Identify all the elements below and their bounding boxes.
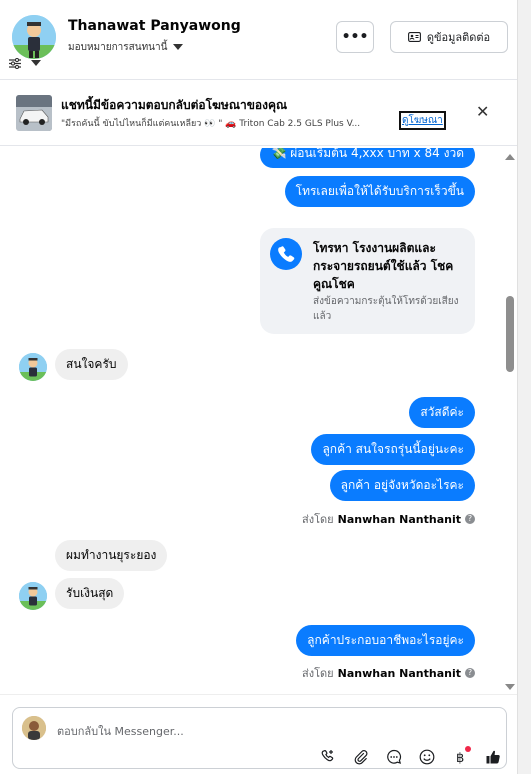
more-options-button[interactable]: ••• bbox=[336, 21, 374, 53]
call-card-subtitle: ส่งข้อความกระตุ้นให้โทรด้วยเสียงแล้ว bbox=[313, 296, 459, 322]
message-bubble-outgoing: ลูกค้า อยู่จังหวัดอะไรคะ bbox=[329, 470, 475, 501]
ad-thumbnail[interactable] bbox=[16, 95, 52, 131]
conversation-header: Thanawat Panyawong มอบหมายการสนทนานี้ ••… bbox=[0, 0, 517, 80]
attach-icon[interactable] bbox=[349, 748, 373, 766]
page-avatar bbox=[22, 716, 46, 740]
message-bubble-outgoing: ลูกค้าประกอบอาชีพอะไรอยู่คะ bbox=[296, 625, 475, 656]
ad-banner-subtitle: "มีรถคันนี้ ขับไปไหนก็มีแต่คนเหลียว 👀 " … bbox=[61, 119, 361, 129]
svg-text:฿: ฿ bbox=[456, 751, 464, 765]
composer-toolbar: ฿ bbox=[316, 746, 505, 766]
notification-dot bbox=[465, 746, 471, 752]
message-thread[interactable]: 💸 ผ่อนเริ่มต้น 4,xxx บาท x 84 งวด โทรเลย… bbox=[0, 148, 502, 694]
reply-composer: ตอบกลับใน Messenger... ฿ bbox=[0, 694, 517, 774]
page-scroll-rail[interactable] bbox=[517, 0, 531, 774]
call-add-icon[interactable] bbox=[316, 748, 340, 766]
payment-icon[interactable]: ฿ bbox=[448, 746, 472, 766]
call-card-title: โทรหา โรงงานผลิตและกระจายรถยนต์ใช้แล้ว โ… bbox=[313, 241, 454, 291]
chevron-down-icon bbox=[173, 44, 184, 50]
message-bubble-incoming: ผมทำงานยุระยอง bbox=[55, 540, 168, 571]
sent-by-prefix: ส่งโดย bbox=[302, 667, 334, 680]
call-prompt-card[interactable]: โทรหา โรงงานผลิตและกระจายรถยนต์ใช้แล้ว โ… bbox=[260, 228, 475, 334]
view-contact-button[interactable]: ดูข้อมูลติดต่อ bbox=[390, 21, 508, 53]
ad-banner-title: แชทนี้มีข้อความตอบกลับต่อโฆษณาของคุณ bbox=[61, 98, 288, 112]
message-bubble-outgoing: 💸 ผ่อนเริ่มต้น 4,xxx บาท x 84 งวด bbox=[260, 148, 475, 168]
reply-input[interactable]: ตอบกลับใน Messenger... ฿ bbox=[12, 707, 507, 769]
message-bubble-outgoing: โทรเลยเพื่อให้ได้รับบริการเร็วขึ้น bbox=[284, 176, 475, 207]
contact-avatar-small bbox=[19, 353, 47, 381]
contact-card-icon bbox=[407, 32, 421, 42]
message-bubble-incoming: รับเงินสุด bbox=[55, 578, 125, 609]
message-bubble-outgoing: สวัสดีค่ะ bbox=[409, 397, 475, 428]
saved-reply-icon[interactable] bbox=[382, 748, 406, 766]
scroll-down-arrow[interactable] bbox=[505, 684, 515, 690]
thumbs-up-icon[interactable] bbox=[481, 748, 505, 766]
more-icon: ••• bbox=[341, 29, 369, 45]
contact-avatar-small bbox=[19, 582, 47, 610]
sent-by-name: Nanwhan Nanthanit bbox=[337, 512, 461, 526]
filter-icon bbox=[9, 58, 21, 69]
assign-dropdown[interactable]: มอบหมายการสนทนานี้ bbox=[68, 40, 184, 55]
sent-by-label: ส่งโดย Nanwhan Nanthanit ? bbox=[302, 664, 475, 682]
ad-reply-banner: แชทนี้มีข้อความตอบกลับต่อโฆษณาของคุณ "มี… bbox=[0, 82, 517, 146]
scrollbar-thumb[interactable] bbox=[506, 296, 514, 372]
sent-by-name: Nanwhan Nanthanit bbox=[337, 666, 461, 680]
sent-by-label: ส่งโดย Nanwhan Nanthanit ? bbox=[302, 510, 475, 528]
message-bubble-outgoing: ลูกค้า สนใจรถรุ่นนี้อยู่นะคะ bbox=[311, 434, 475, 465]
contact-name[interactable]: Thanawat Panyawong bbox=[68, 18, 241, 34]
emoji-icon[interactable] bbox=[415, 748, 439, 766]
phone-icon bbox=[270, 238, 302, 270]
filter-button[interactable] bbox=[9, 58, 41, 69]
scroll-up-arrow[interactable] bbox=[505, 154, 515, 160]
sent-by-prefix: ส่งโดย bbox=[302, 513, 334, 526]
info-icon[interactable]: ? bbox=[465, 668, 475, 678]
contact-avatar[interactable] bbox=[12, 15, 56, 59]
view-ad-link[interactable]: ดูโฆษณา bbox=[399, 111, 446, 130]
thread-scrollbar[interactable] bbox=[503, 148, 517, 694]
chevron-down-icon bbox=[31, 60, 41, 66]
reply-placeholder: ตอบกลับใน Messenger... bbox=[57, 725, 184, 738]
info-icon[interactable]: ? bbox=[465, 514, 475, 524]
message-bubble-incoming: สนใจครับ bbox=[55, 349, 128, 380]
view-contact-label: ดูข้อมูลติดต่อ bbox=[426, 31, 491, 44]
close-icon[interactable]: ✕ bbox=[476, 102, 489, 121]
assign-label: มอบหมายการสนทนานี้ bbox=[68, 42, 168, 53]
